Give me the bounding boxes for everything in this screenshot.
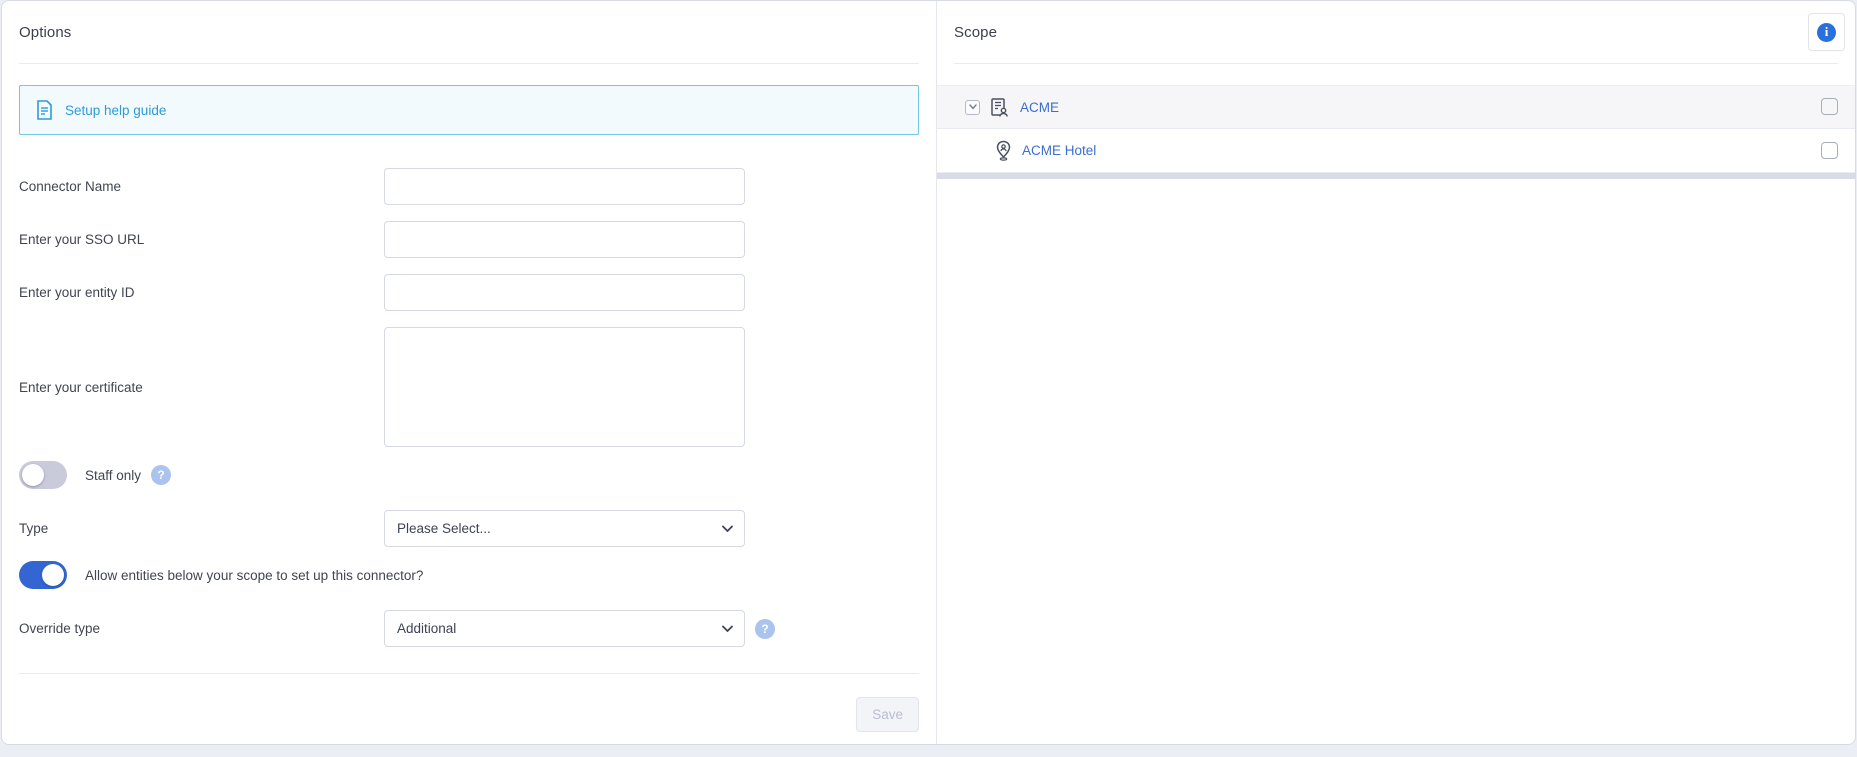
collapse-chevron-icon[interactable] xyxy=(965,100,980,115)
options-header-divider xyxy=(19,63,919,64)
scope-panel: Scope i xyxy=(937,1,1855,744)
save-divider xyxy=(19,673,919,674)
options-title: Options xyxy=(19,24,71,41)
staff-only-row: Staff only ? xyxy=(19,460,919,490)
entity-id-row: Enter your entity ID xyxy=(19,274,919,311)
chevron-down-icon xyxy=(722,525,733,533)
allow-entities-row: Allow entities below your scope to set u… xyxy=(19,560,919,590)
connector-name-label: Connector Name xyxy=(19,179,384,194)
type-select[interactable]: Please Select... xyxy=(384,510,745,547)
override-type-row: Override type Additional ? xyxy=(19,610,919,647)
override-type-label: Override type xyxy=(19,621,384,636)
organization-icon xyxy=(989,97,1010,118)
scope-info-button[interactable]: i xyxy=(1808,13,1845,51)
save-row: Save xyxy=(19,697,919,732)
type-row: Type Please Select... xyxy=(19,510,919,547)
allow-entities-toggle[interactable] xyxy=(19,561,67,589)
certificate-textarea[interactable] xyxy=(384,327,745,447)
tree-checkbox-acme[interactable] xyxy=(1821,98,1838,115)
setup-help-guide-label: Setup help guide xyxy=(65,103,166,118)
staff-only-toggle[interactable] xyxy=(19,461,67,489)
override-type-help-icon[interactable]: ? xyxy=(755,619,775,639)
info-icon: i xyxy=(1817,23,1836,42)
connector-settings-card: Options Setup help guide Connector Name xyxy=(1,0,1856,745)
override-type-select[interactable]: Additional xyxy=(384,610,745,647)
connector-name-input[interactable] xyxy=(384,168,745,205)
toggle-knob xyxy=(22,464,44,486)
tree-link-acme-hotel[interactable]: ACME Hotel xyxy=(1022,143,1096,158)
save-button[interactable]: Save xyxy=(856,697,919,732)
location-pin-icon xyxy=(995,140,1012,161)
certificate-label: Enter your certificate xyxy=(19,380,384,395)
options-header: Options xyxy=(2,1,936,63)
staff-only-help-icon[interactable]: ? xyxy=(151,465,171,485)
sso-url-label: Enter your SSO URL xyxy=(19,232,384,247)
staff-only-label: Staff only xyxy=(85,468,141,483)
toggle-knob xyxy=(42,564,64,586)
setup-help-guide-link[interactable]: Setup help guide xyxy=(19,85,919,135)
tree-row-acme: ACME xyxy=(937,85,1855,129)
document-icon xyxy=(36,100,53,120)
sso-url-input[interactable] xyxy=(384,221,745,258)
chevron-down-icon xyxy=(722,625,733,633)
certificate-row: Enter your certificate xyxy=(19,327,919,447)
options-panel: Options Setup help guide Connector Name xyxy=(2,1,937,744)
scope-tree: ACME ACME Hotel xyxy=(937,85,1855,179)
tree-link-acme[interactable]: ACME xyxy=(1020,100,1059,115)
type-label: Type xyxy=(19,521,384,536)
entity-id-label: Enter your entity ID xyxy=(19,285,384,300)
type-select-value: Please Select... xyxy=(397,521,491,536)
scope-title: Scope xyxy=(954,24,997,41)
sso-url-row: Enter your SSO URL xyxy=(19,221,919,258)
tree-checkbox-acme-hotel[interactable] xyxy=(1821,142,1838,159)
connector-name-row: Connector Name xyxy=(19,168,919,205)
tree-row-acme-hotel: ACME Hotel xyxy=(937,129,1855,173)
options-form: Setup help guide Connector Name Enter yo… xyxy=(2,85,936,732)
horizontal-scrollbar[interactable] xyxy=(937,173,1855,179)
entity-id-input[interactable] xyxy=(384,274,745,311)
scope-header: Scope i xyxy=(937,1,1855,63)
override-type-select-value: Additional xyxy=(397,621,456,636)
allow-entities-label: Allow entities below your scope to set u… xyxy=(85,568,423,583)
scope-header-divider xyxy=(954,63,1838,64)
